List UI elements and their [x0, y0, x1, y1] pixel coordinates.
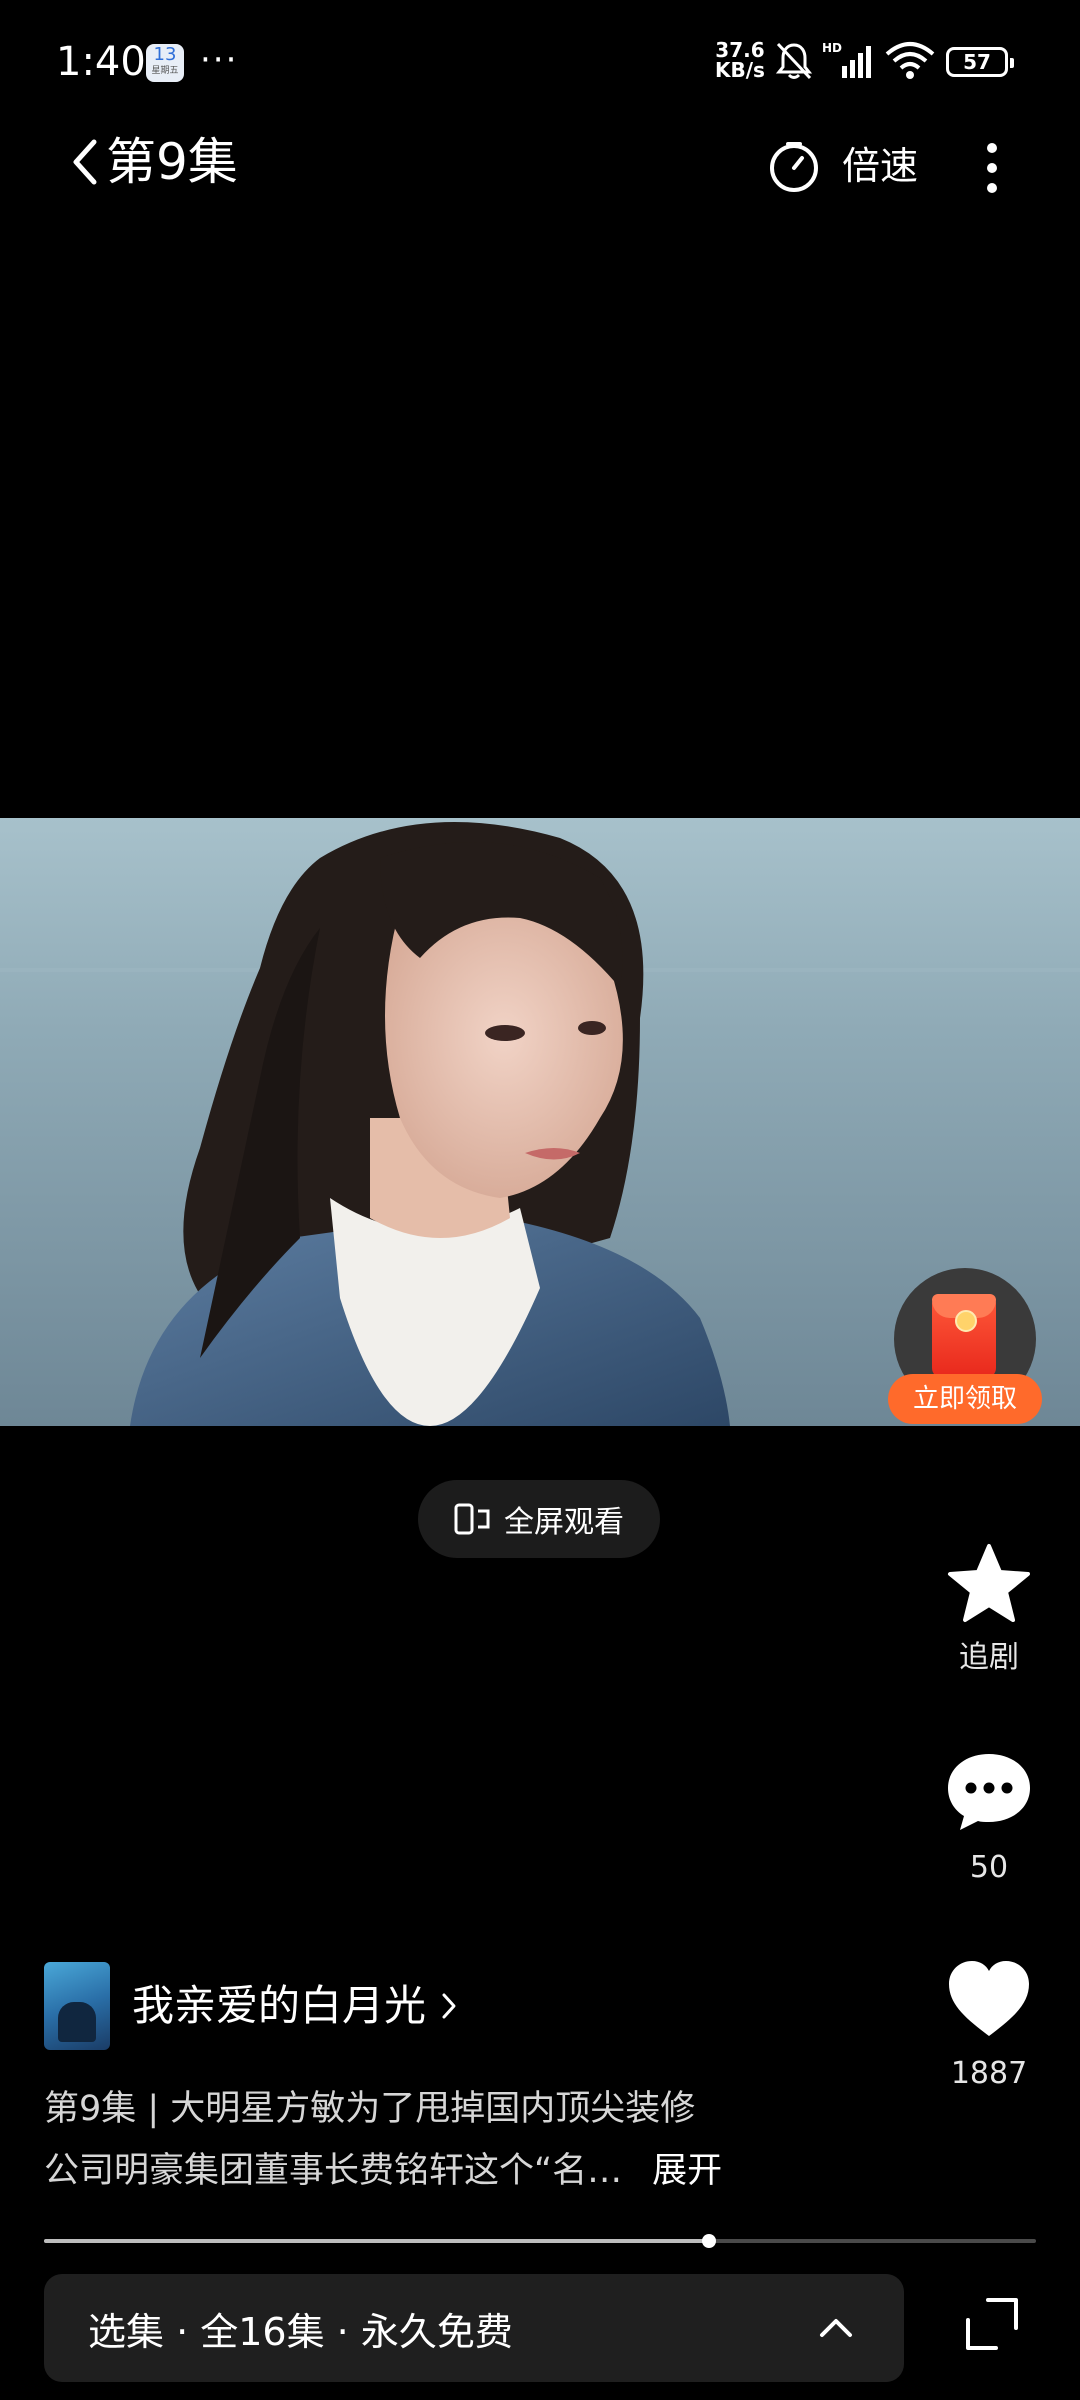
description-line-1: 第9集 | 大明星方敏为了甩掉国内顶尖装修 [44, 2089, 696, 2129]
playback-speed-button[interactable]: 倍速 [766, 138, 918, 194]
comment-count: 50 [969, 1850, 1009, 1885]
calendar-weekday: 星期五 [151, 66, 179, 76]
drama-poster-thumbnail [44, 1962, 110, 2050]
follow-drama-label: 追剧 [959, 1640, 1019, 1675]
expand-description-link[interactable]: 展开 [652, 2151, 722, 2191]
red-envelope-icon [932, 1294, 996, 1378]
heart-icon [949, 1961, 1029, 2036]
calendar-icon: 13 星期五 [146, 44, 184, 82]
expand-icon[interactable] [964, 2296, 1020, 2352]
episode-selector-bar[interactable]: 选集 · 全16集 · 永久免费 [44, 2274, 904, 2382]
back-button[interactable]: 第9集 [64, 132, 238, 192]
network-speed-unit: KB/s [715, 58, 765, 82]
like-button[interactable]: 1887 [930, 1958, 1048, 2094]
speed-timer-icon [770, 142, 818, 192]
drama-title-link[interactable]: 我亲爱的白月光 [44, 1962, 458, 2050]
fullscreen-label: 全屏观看 [504, 1505, 624, 1540]
follow-drama-button[interactable]: 追剧 [930, 1542, 1048, 1678]
mute-bell-icon [775, 42, 813, 80]
playback-progress-bar[interactable] [44, 2234, 1036, 2248]
chevron-right-icon [442, 1993, 456, 2019]
wifi-icon [885, 42, 935, 79]
episode-description: 第9集 | 大明星方敏为了甩掉国内顶尖装修 公司明豪集团董事长费铭轩这个“名… 展… [44, 2078, 804, 2202]
playback-speed-label: 倍速 [842, 144, 919, 188]
envelope-seal [955, 1310, 977, 1332]
progress-thumb[interactable] [701, 2234, 716, 2248]
description-line-2: 公司明豪集团董事长费铭轩这个“名… [44, 2151, 623, 2191]
status-bar: 1:40 13 星期五 ··· 37.6 KB/s HD 57 [0, 0, 1080, 120]
progress-fill [44, 2239, 709, 2243]
claim-now-badge: 立即领取 [888, 1374, 1042, 1424]
episode-title: 第9集 [106, 133, 238, 191]
player-header: 第9集 倍速 [0, 120, 1080, 210]
comment-bubble-icon [948, 1754, 1030, 1830]
network-speed-value: 37.6 [715, 38, 765, 62]
battery-indicator: 57 [946, 47, 1014, 77]
calendar-day: 13 [153, 44, 177, 65]
network-speed: 37.6 KB/s [715, 40, 765, 80]
chevron-up-icon [820, 2319, 852, 2337]
svg-text:HD: HD [822, 41, 842, 55]
clock: 1:40 [56, 39, 146, 85]
fullscreen-button[interactable]: 全屏观看 [418, 1480, 660, 1558]
red-packet-reward-button[interactable]: 立即领取 [888, 1268, 1042, 1428]
rotate-screen-icon [454, 1503, 490, 1535]
cellular-signal-icon: HD [822, 41, 871, 78]
comment-button[interactable]: 50 [930, 1750, 1048, 1888]
episode-selector-label: 选集 · 全16集 · 永久免费 [88, 2309, 513, 2354]
star-icon [948, 1544, 1030, 1622]
drama-title: 我亲爱的白月光 [132, 1981, 427, 2030]
more-notifications-icon: ··· [200, 40, 239, 80]
like-count: 1887 [950, 2056, 1028, 2091]
more-options-icon[interactable] [974, 140, 1010, 196]
description-line-2-wrap: 公司明豪集团董事长费铭轩这个“名… 展开 [44, 2140, 804, 2202]
chevron-left-icon [73, 139, 97, 185]
